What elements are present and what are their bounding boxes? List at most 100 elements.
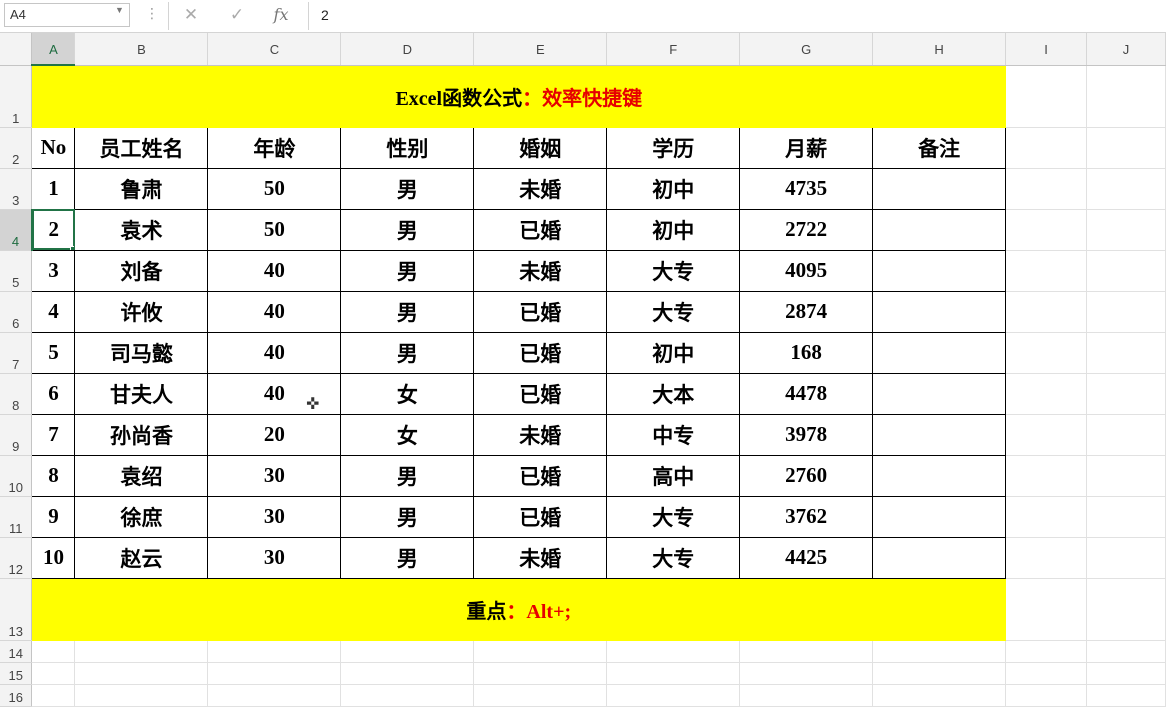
column-header-a[interactable]: A — [32, 33, 75, 65]
cell[interactable] — [873, 662, 1006, 684]
table-cell[interactable]: 4095 — [740, 250, 873, 291]
cell[interactable] — [607, 640, 740, 662]
no-cell[interactable]: 1 — [32, 168, 75, 209]
table-cell[interactable]: 未婚 — [474, 168, 607, 209]
cell[interactable] — [740, 662, 873, 684]
column-header-c[interactable]: C — [208, 33, 341, 65]
table-cell[interactable]: 已婚 — [474, 209, 607, 250]
table-cell[interactable]: 男 — [341, 455, 474, 496]
table-cell[interactable]: 赵云 — [75, 537, 208, 578]
cell[interactable] — [1006, 373, 1087, 414]
table-cell[interactable]: 初中 — [607, 168, 740, 209]
row-header-8[interactable]: 8 — [0, 373, 32, 414]
column-header-g[interactable]: G — [740, 33, 873, 65]
no-cell[interactable]: 8 — [32, 455, 75, 496]
no-cell[interactable]: 10 — [32, 537, 75, 578]
table-cell[interactable] — [873, 209, 1006, 250]
table-cell[interactable]: 男 — [341, 496, 474, 537]
table-cell[interactable]: 女 — [341, 373, 474, 414]
cell[interactable] — [873, 640, 1006, 662]
cell[interactable] — [740, 684, 873, 706]
column-header-h[interactable]: H — [873, 33, 1006, 65]
table-cell[interactable]: 大专 — [607, 250, 740, 291]
cell[interactable] — [1087, 127, 1166, 168]
table-cell[interactable]: 4425 — [740, 537, 873, 578]
table-cell[interactable]: 大本 — [607, 373, 740, 414]
cell[interactable] — [32, 662, 75, 684]
chevron-down-icon[interactable]: ▼ — [115, 5, 124, 15]
table-cell[interactable]: 50 — [208, 209, 341, 250]
table-cell[interactable]: 20 — [208, 414, 341, 455]
cell[interactable] — [1006, 578, 1087, 640]
cell[interactable] — [1006, 250, 1087, 291]
cell[interactable] — [474, 684, 607, 706]
column-header-b[interactable]: B — [75, 33, 208, 65]
table-cell[interactable]: 未婚 — [474, 414, 607, 455]
table-cell[interactable]: 许攸 — [75, 291, 208, 332]
row-header-6[interactable]: 6 — [0, 291, 32, 332]
table-cell[interactable]: 40 — [208, 291, 341, 332]
cell[interactable] — [1006, 65, 1087, 127]
header-cell[interactable]: No — [32, 127, 75, 168]
cell[interactable] — [32, 640, 75, 662]
table-cell[interactable]: 40 — [208, 373, 341, 414]
no-cell[interactable]: 3 — [32, 250, 75, 291]
column-header-i[interactable]: I — [1006, 33, 1087, 65]
cell[interactable] — [607, 662, 740, 684]
table-cell[interactable]: 高中 — [607, 455, 740, 496]
close-icon[interactable]: ✕ — [180, 3, 202, 27]
header-cell[interactable]: 月薪 — [740, 127, 873, 168]
row-header-11[interactable]: 11 — [0, 496, 32, 537]
table-cell[interactable] — [873, 496, 1006, 537]
row-header-15[interactable]: 15 — [0, 662, 32, 684]
table-cell[interactable]: 男 — [341, 168, 474, 209]
table-cell[interactable]: 30 — [208, 537, 341, 578]
row-header-1[interactable]: 1 — [0, 65, 32, 127]
cell[interactable] — [1087, 414, 1166, 455]
table-cell[interactable]: 袁绍 — [75, 455, 208, 496]
table-cell[interactable]: 刘备 — [75, 250, 208, 291]
table-cell[interactable]: 男 — [341, 250, 474, 291]
cell[interactable] — [1087, 684, 1166, 706]
row-header-14[interactable]: 14 — [0, 640, 32, 662]
table-cell[interactable]: 40 — [208, 332, 341, 373]
no-cell[interactable]: 7 — [32, 414, 75, 455]
table-cell[interactable]: 大专 — [607, 537, 740, 578]
table-cell[interactable]: 初中 — [607, 209, 740, 250]
row-header-5[interactable]: 5 — [0, 250, 32, 291]
cell[interactable] — [1087, 332, 1166, 373]
header-cell[interactable]: 婚姻 — [474, 127, 607, 168]
cell[interactable] — [341, 640, 474, 662]
table-cell[interactable]: 50 — [208, 168, 341, 209]
cell[interactable] — [341, 662, 474, 684]
table-cell[interactable]: 男 — [341, 332, 474, 373]
table-cell[interactable]: 4735 — [740, 168, 873, 209]
table-cell[interactable]: 2874 — [740, 291, 873, 332]
cell[interactable] — [1006, 332, 1087, 373]
row-header-3[interactable]: 3 — [0, 168, 32, 209]
table-cell[interactable]: 已婚 — [474, 455, 607, 496]
table-cell[interactable]: 2722 — [740, 209, 873, 250]
cell[interactable] — [75, 684, 208, 706]
cell[interactable] — [1006, 414, 1087, 455]
row-header-2[interactable]: 2 — [0, 127, 32, 168]
cell[interactable] — [208, 640, 341, 662]
cell[interactable] — [1087, 662, 1166, 684]
table-cell[interactable]: 袁术 — [75, 209, 208, 250]
row-header-9[interactable]: 9 — [0, 414, 32, 455]
name-box[interactable]: A4 — [4, 3, 130, 27]
cell[interactable] — [32, 684, 75, 706]
header-cell[interactable]: 年龄 — [208, 127, 341, 168]
header-cell[interactable]: 学历 — [607, 127, 740, 168]
table-cell[interactable]: 男 — [341, 209, 474, 250]
cell[interactable] — [1006, 640, 1087, 662]
cell[interactable] — [1087, 291, 1166, 332]
row-header-16[interactable]: 16 — [0, 684, 32, 706]
no-cell[interactable]: 4 — [32, 291, 75, 332]
table-cell[interactable]: 孙尚香 — [75, 414, 208, 455]
check-icon[interactable]: ✓ — [226, 3, 248, 27]
table-cell[interactable]: 初中 — [607, 332, 740, 373]
cell[interactable] — [1006, 209, 1087, 250]
table-cell[interactable]: 司马懿 — [75, 332, 208, 373]
no-cell[interactable]: 9 — [32, 496, 75, 537]
